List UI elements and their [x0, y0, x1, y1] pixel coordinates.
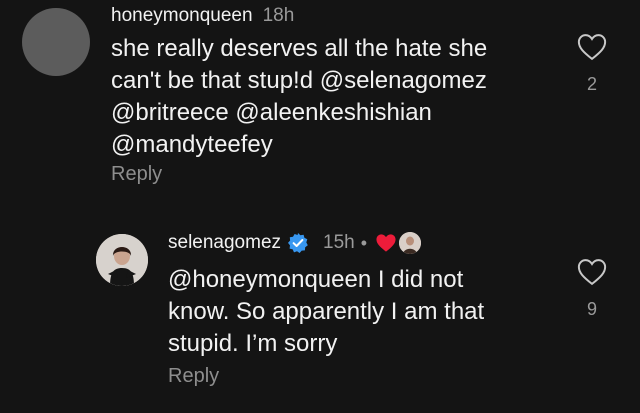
like-control: 9: [572, 258, 612, 320]
like-count: 9: [586, 299, 597, 319]
comment-header: selenagomez 15h •: [168, 232, 422, 254]
heart-outline-icon[interactable]: [577, 258, 607, 291]
comment-line: can't be that stup!d @selenagomez: [111, 67, 487, 94]
heart-outline-icon[interactable]: [577, 33, 607, 66]
comment-line: know. So apparently I am that: [168, 298, 485, 325]
username[interactable]: selenagomez: [168, 232, 281, 254]
like-control: 2: [572, 33, 612, 95]
username[interactable]: honeymonqueen: [111, 5, 253, 27]
reply-button[interactable]: Reply: [168, 365, 219, 388]
comment-header: honeymonqueen 18h: [111, 5, 294, 27]
reply-button[interactable]: Reply: [111, 163, 162, 186]
avatar[interactable]: [96, 234, 148, 286]
comment-text: @honeymonqueen I did not know. So appare…: [168, 264, 568, 360]
comment-line: @mandyteefey: [111, 131, 273, 158]
comment-line: @honeymonqueen I did not: [168, 266, 464, 293]
comment-text: she really deserves all the hate she can…: [111, 33, 541, 161]
comment-selenagomez: selenagomez 15h • @honeymonqueen I did n…: [0, 200, 640, 413]
verified-badge-icon: [287, 232, 309, 254]
like-count: 2: [586, 74, 597, 94]
timestamp: 18h: [262, 5, 295, 26]
comment-line: stupid. I’m sorry: [168, 330, 338, 357]
creator-avatar-icon: [399, 232, 422, 254]
comment-line: @britreece @aleenkeshishian: [111, 99, 432, 126]
red-heart-icon: [375, 233, 397, 253]
comment-line: she really deserves all the hate she: [111, 35, 488, 62]
timestamp: 15h: [323, 232, 355, 253]
comment-honeymonqueen: honeymonqueen 18h she really deserves al…: [0, 0, 640, 200]
separator-dot: •: [360, 232, 368, 253]
avatar[interactable]: [22, 8, 90, 76]
